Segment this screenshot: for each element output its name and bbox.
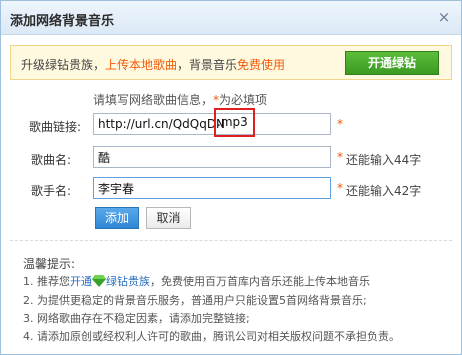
- singer-name-label: 歌手名:: [31, 184, 72, 198]
- tip-item-4: 4. 请添加原创或经权利人许可的歌曲，腾讯公司对相关版权问题不承担负责。: [23, 330, 400, 343]
- dialog-title: 添加网络背景音乐: [10, 14, 115, 29]
- open-link[interactable]: 开通: [70, 275, 92, 288]
- cancel-button[interactable]: 取消: [146, 207, 191, 229]
- green-diamond-promo-banner: 升级绿钻贵族，上传本地歌曲，背景音乐免费使用 开通绿钻: [10, 45, 452, 80]
- song-name-remaining-count: 还能输入44字: [346, 153, 422, 167]
- promo-text: 升级绿钻贵族，上传本地歌曲，背景音乐免费使用: [21, 56, 285, 73]
- singer-name-remaining-count: 还能输入42字: [346, 184, 422, 198]
- tip-item-1: 1. 推荐您开通 绿钻贵族，免费使用百万首库内音乐还能上传本地音乐: [23, 273, 370, 290]
- section-divider: [10, 240, 452, 241]
- dialog-titlebar: 添加网络背景音乐 ×: [1, 1, 461, 35]
- tips-title: 温馨提示:: [23, 257, 76, 271]
- hint-suffix: 为必填项: [219, 93, 268, 107]
- tip-1-before: 1. 推荐您: [23, 275, 70, 288]
- song-name-input[interactable]: [93, 146, 331, 168]
- green-diamond-link[interactable]: 绿钻贵族: [106, 275, 150, 288]
- url-required-star: *: [337, 117, 343, 131]
- tip-item-3: 3. 网络歌曲存在不稳定因素，请添加完整链接;: [23, 312, 250, 325]
- promo-text-part: 升级绿钻贵族，: [21, 58, 106, 72]
- singer-name-input[interactable]: [93, 177, 331, 199]
- open-green-diamond-button[interactable]: 开通绿钻: [345, 51, 439, 75]
- add-button[interactable]: 添加: [95, 207, 139, 229]
- green-diamond-icon: [92, 275, 106, 290]
- add-background-music-dialog: 添加网络背景音乐 × 升级绿钻贵族，上传本地歌曲，背景音乐免费使用 开通绿钻 请…: [0, 0, 462, 355]
- tip-1-after: ，免费使用百万首库内音乐还能上传本地音乐: [150, 275, 370, 288]
- singer-name-required-star: *: [337, 181, 343, 195]
- promo-highlight-free: 免费使用: [237, 58, 286, 72]
- song-url-label: 歌曲链接:: [29, 120, 82, 134]
- tip-item-2: 2. 为提供更稳定的背景音乐服务，普通用户只能设置5首网络背景音乐;: [23, 294, 367, 307]
- promo-text-part: ，背景音乐: [177, 58, 238, 72]
- promo-highlight-upload: 上传本地歌曲: [105, 58, 178, 72]
- song-url-input[interactable]: [93, 113, 331, 135]
- hint-prefix: 请填写网络歌曲信息，: [93, 93, 214, 107]
- song-name-required-star: *: [337, 150, 343, 164]
- required-fields-hint: 请填写网络歌曲信息，*为必填项: [93, 91, 267, 108]
- close-icon[interactable]: ×: [436, 9, 452, 25]
- url-suffix-text: .mp3: [217, 115, 248, 129]
- song-name-label: 歌曲名:: [31, 153, 72, 167]
